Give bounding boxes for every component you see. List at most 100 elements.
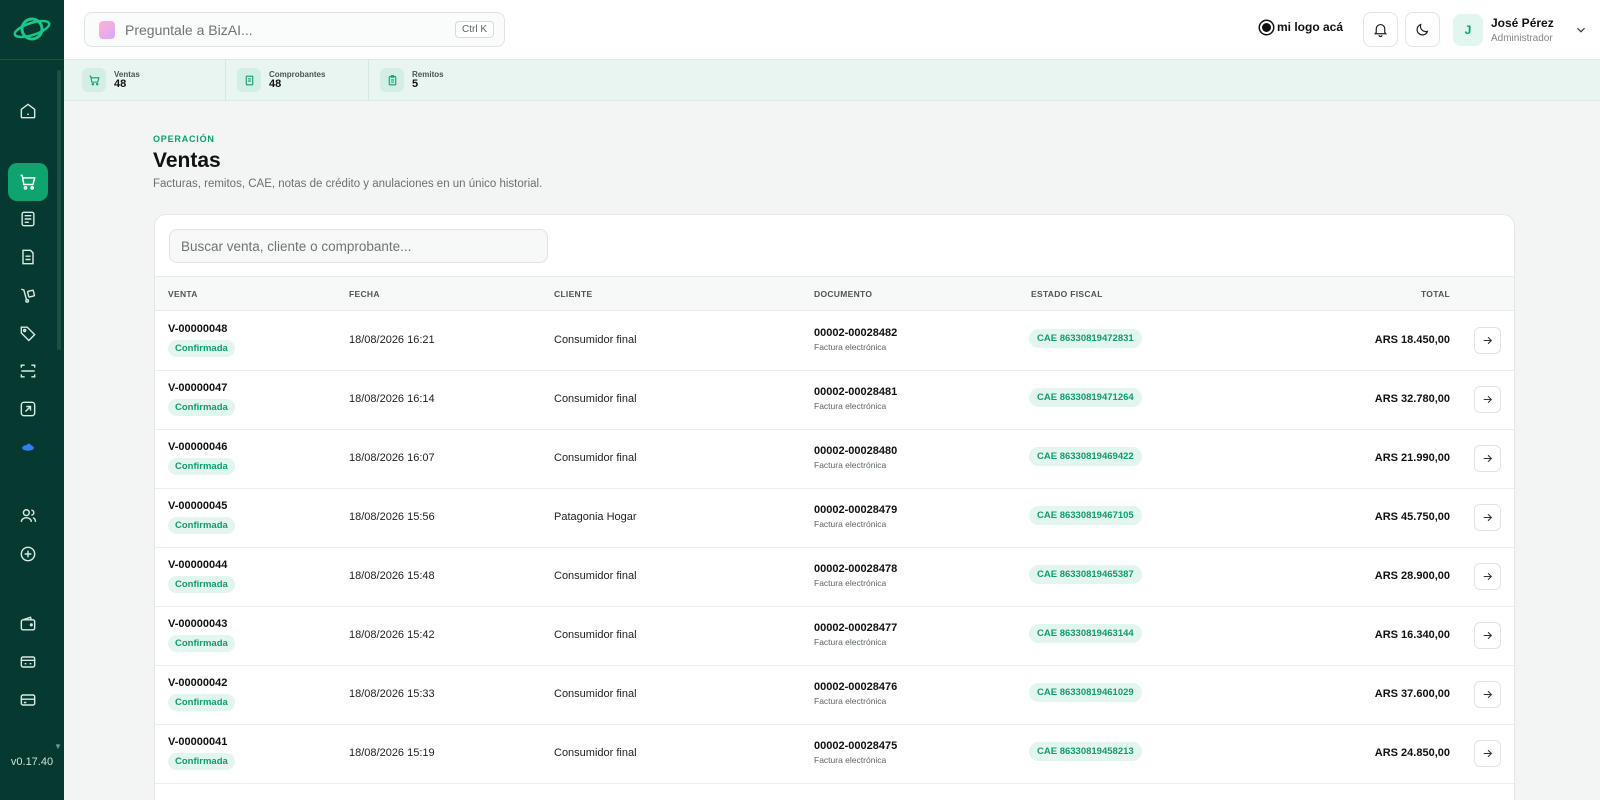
sidebar-scrollbar[interactable] — [57, 70, 61, 350]
sale-client: Consumidor final — [554, 570, 637, 582]
credit-card-icon — [20, 694, 36, 706]
column-header-total[interactable]: TOTAL — [1421, 289, 1450, 299]
sales-search-input[interactable] — [169, 229, 548, 263]
sidebar-item-billetera[interactable] — [8, 605, 48, 643]
status-badge: Confirmada — [168, 458, 235, 475]
table-row[interactable]: V-00000046 Confirmada 18/08/2026 16:07 C… — [155, 429, 1514, 489]
open-sale-button[interactable] — [1474, 622, 1501, 649]
sidebar-item-reportes[interactable] — [8, 390, 48, 428]
user-info: José Pérez Administrador — [1491, 16, 1554, 44]
sale-id[interactable]: V-00000041 — [168, 736, 227, 748]
sale-id[interactable]: V-00000048 — [168, 323, 227, 335]
page-eyebrow: OPERACIÓN — [153, 134, 215, 144]
document-type: Factura electrónica — [814, 342, 887, 352]
open-sale-button[interactable] — [1474, 504, 1501, 531]
table-row[interactable]: V-00000042 Confirmada 18/08/2026 15:33 C… — [155, 665, 1514, 725]
document-type: Factura electrónica — [814, 755, 887, 765]
notifications-button[interactable] — [1363, 12, 1398, 47]
sidebar-item-caja[interactable] — [8, 643, 48, 681]
theme-toggle-button[interactable] — [1405, 12, 1440, 47]
table-row[interactable]: V-00000048 Confirmada 18/08/2026 16:21 C… — [155, 311, 1514, 371]
sidebar-item-home[interactable] — [8, 92, 48, 130]
cart-icon — [82, 68, 106, 92]
document-number: 00002-00028478 — [814, 563, 898, 575]
stat-comprobantes[interactable]: Comprobantes 48 — [219, 60, 325, 100]
sale-id[interactable]: V-00000044 — [168, 559, 227, 571]
wallet-icon — [20, 616, 36, 631]
sale-id[interactable]: V-00000045 — [168, 500, 227, 512]
document-number: 00002-00028475 — [814, 740, 898, 752]
sidebar-item-ventas[interactable] — [8, 163, 48, 201]
sale-total: ARS 45.750,00 — [1374, 511, 1450, 523]
bell-icon — [1373, 23, 1388, 38]
ai-search-placeholder: Preguntale a BizAI... — [125, 21, 253, 38]
sale-id[interactable]: V-00000046 — [168, 441, 227, 453]
ai-search-box[interactable]: Preguntale a BizAI... Ctrl K — [84, 12, 505, 47]
sale-date: 18/08/2026 15:56 — [349, 511, 435, 523]
arrow-right-icon — [1483, 454, 1493, 463]
open-sale-button[interactable] — [1474, 681, 1501, 708]
table-row[interactable]: V-00000045 Confirmada 18/08/2026 15:56 P… — [155, 488, 1514, 548]
open-sale-button[interactable] — [1474, 327, 1501, 354]
sidebar-item-tarjetas[interactable] — [8, 681, 48, 719]
arrow-right-icon — [1483, 572, 1493, 581]
sidebar-item-comprobantes[interactable] — [8, 200, 48, 238]
open-sale-button[interactable] — [1474, 386, 1501, 413]
document-type: Factura electrónica — [814, 460, 887, 470]
status-badge: Confirmada — [168, 340, 235, 357]
table-row[interactable]: V-00000043 Confirmada 18/08/2026 15:42 C… — [155, 606, 1514, 666]
brand-text: mi logo acá — [1277, 20, 1344, 34]
column-header-documento[interactable]: DOCUMENTO — [814, 289, 872, 299]
table-row[interactable]: V-00000047 Confirmada 18/08/2026 16:14 C… — [155, 370, 1514, 430]
sidebar-divider — [0, 59, 64, 60]
sidebar-scroll-down-icon[interactable]: ▼ — [54, 742, 62, 751]
sale-client: Consumidor final — [554, 629, 637, 641]
stat-remitos[interactable]: Remitos 5 — [362, 60, 444, 100]
planet-logo-icon[interactable] — [12, 12, 52, 46]
table-row[interactable]: V-00000041 Confirmada 18/08/2026 15:19 C… — [155, 724, 1514, 784]
list-doc-icon — [21, 211, 35, 227]
sale-total: ARS 21.990,00 — [1374, 452, 1450, 464]
sale-id[interactable]: V-00000043 — [168, 618, 227, 630]
status-badge: Confirmada — [168, 635, 235, 652]
sale-date: 18/08/2026 15:33 — [349, 688, 435, 700]
user-menu[interactable]: J José Pérez Administrador — [1453, 12, 1588, 47]
status-badge: Confirmada — [168, 399, 235, 416]
sidebar: ▼ v0.17.40 — [0, 0, 64, 800]
column-header-estado-fiscal[interactable]: ESTADO FISCAL — [1031, 289, 1103, 299]
app-version: v0.17.40 — [10, 756, 54, 768]
arrow-right-icon — [1483, 395, 1493, 404]
column-header-venta[interactable]: VENTA — [168, 289, 198, 299]
open-sale-button[interactable] — [1474, 563, 1501, 590]
open-sale-button[interactable] — [1474, 445, 1501, 472]
sidebar-item-remitos[interactable] — [8, 238, 48, 276]
dolly-icon — [21, 288, 36, 303]
column-header-cliente[interactable]: CLIENTE — [554, 289, 592, 299]
open-sale-button[interactable] — [1474, 740, 1501, 767]
table-row[interactable]: V-00000044 Confirmada 18/08/2026 15:48 C… — [155, 547, 1514, 607]
sale-total: ARS 18.450,00 — [1374, 334, 1450, 346]
cae-badge: CAE 86330819469422 — [1029, 447, 1142, 466]
status-badge: Confirmada — [168, 517, 235, 534]
cloud-icon — [22, 443, 34, 451]
sale-client: Patagonia Hogar — [554, 511, 637, 523]
sidebar-item-nube[interactable] — [8, 428, 48, 466]
stat-ventas[interactable]: Ventas 48 — [64, 60, 140, 100]
stat-value: 48 — [269, 78, 282, 90]
sidebar-item-productos[interactable] — [8, 314, 48, 352]
sidebar-item-explorar[interactable] — [8, 535, 48, 573]
sale-id[interactable]: V-00000042 — [168, 677, 227, 689]
sidebar-item-escaner[interactable] — [8, 352, 48, 390]
cae-badge: CAE 86330819471264 — [1029, 388, 1142, 407]
status-badge: Confirmada — [168, 753, 235, 770]
document-number: 00002-00028482 — [814, 327, 898, 339]
sale-id[interactable]: V-00000047 — [168, 382, 227, 394]
scan-icon — [20, 364, 36, 378]
column-header-fecha[interactable]: FECHA — [349, 289, 380, 299]
sidebar-item-clientes[interactable] — [8, 497, 48, 535]
brand-logo[interactable]: mi logo acá — [1260, 20, 1343, 34]
sales-table-card: VENTA FECHA CLIENTE DOCUMENTO ESTADO FIS… — [154, 214, 1515, 800]
sidebar-item-envios[interactable] — [8, 276, 48, 314]
chart-box-icon — [20, 401, 36, 417]
topbar: Preguntale a BizAI... Ctrl K mi logo acá… — [64, 0, 1600, 60]
